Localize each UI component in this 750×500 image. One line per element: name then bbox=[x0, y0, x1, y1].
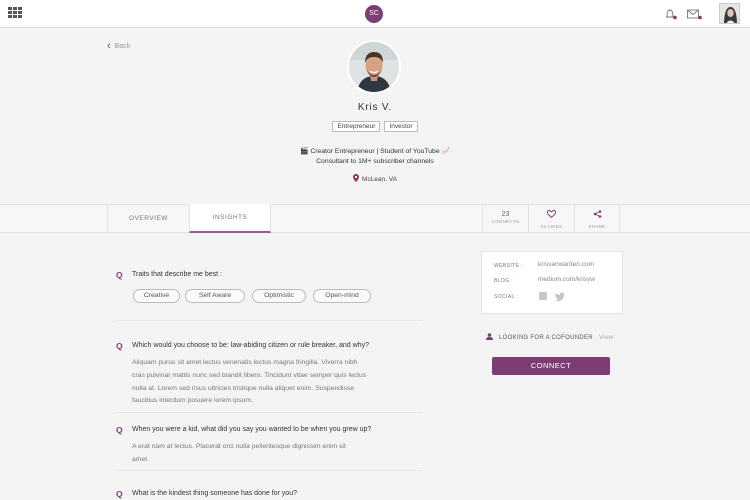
blog-label: BLOG : bbox=[494, 278, 514, 284]
tag-entrepreneur: Entrepreneur bbox=[332, 121, 381, 132]
profile-tab-bar: OVERVIEW INSIGHTS 23 CONNECTS 32 LIKES S… bbox=[0, 204, 750, 233]
trait-chip: Creative bbox=[133, 289, 180, 303]
heart-icon bbox=[546, 210, 557, 219]
bell-icon[interactable] bbox=[663, 8, 677, 20]
tab-overview[interactable]: OVERVIEW bbox=[107, 205, 189, 233]
person-icon bbox=[486, 333, 493, 340]
app-logo[interactable]: SC bbox=[365, 5, 383, 23]
answer-line: A erat nam at lectus. Placerat orci null… bbox=[132, 443, 346, 450]
connects-label: CONNECTS bbox=[491, 219, 520, 224]
profile-bio: 🎬 Creator Entrepreneur | Student of YouT… bbox=[0, 147, 750, 167]
insight-answer: Aliquam purus sit amet lectus venenatis … bbox=[132, 357, 417, 408]
connect-button[interactable]: CONNECT bbox=[492, 357, 610, 375]
tab-insights[interactable]: INSIGHTS bbox=[189, 204, 271, 233]
connects-stat[interactable]: 23 CONNECTS bbox=[482, 205, 528, 233]
website-link[interactable]: krisvanwarden.com bbox=[538, 261, 594, 268]
connects-count: 23 bbox=[501, 211, 510, 218]
answer-line: cras pulvinar mattis nunc sed blandit li… bbox=[132, 371, 367, 379]
menu-grid-icon[interactable] bbox=[8, 7, 22, 20]
social-square-icon[interactable] bbox=[539, 292, 547, 300]
insight-question-text: When you were a kid, what did you say yo… bbox=[132, 426, 372, 433]
user-avatar[interactable] bbox=[719, 3, 740, 24]
share-label: SHARE bbox=[588, 224, 606, 229]
cofounder-label: LOOKING FOR A COFOUNDER bbox=[499, 335, 593, 341]
trait-chip: Optimistic bbox=[252, 289, 306, 303]
profile-name: Kris V. bbox=[357, 102, 393, 113]
likes-stat[interactable]: 32 LIKES bbox=[528, 205, 574, 233]
answer-line: Aliquam purus sit amet lectus venenatis … bbox=[132, 359, 358, 366]
chevron-left-icon: ‹ bbox=[107, 40, 111, 52]
location-pin-icon bbox=[353, 174, 360, 182]
twitter-icon[interactable] bbox=[555, 292, 565, 301]
question-icon: Q bbox=[116, 425, 123, 435]
tag-investor: Investor bbox=[384, 121, 418, 132]
top-bar: SC bbox=[0, 0, 750, 28]
question-icon: Q bbox=[116, 270, 123, 280]
bio-line-2: Consultant to 1M+ subscriber channels bbox=[316, 158, 434, 165]
share-stat[interactable]: SHARE bbox=[574, 205, 620, 233]
blog-link[interactable]: medium.com/krisvw bbox=[538, 276, 595, 283]
website-label: WEBSITE : bbox=[494, 263, 523, 269]
location-text: McLean, VA bbox=[362, 176, 397, 183]
back-link[interactable]: ‹ Back bbox=[107, 40, 130, 52]
question-icon: Q bbox=[116, 341, 123, 351]
profile-location: McLean, VA bbox=[0, 174, 750, 183]
share-icon bbox=[593, 210, 601, 218]
answer-line: nulla at. Lorem sed risus ultricies tris… bbox=[132, 384, 355, 392]
answer-line: faucibus interdum posuere lorem ipsum. bbox=[132, 397, 253, 405]
traits-question-text: Traits that describe me best : bbox=[132, 271, 222, 278]
social-label: SOCIAL : bbox=[494, 294, 519, 300]
divider bbox=[116, 470, 422, 471]
cofounder-view-link[interactable]: View bbox=[599, 334, 613, 341]
question-icon: Q bbox=[116, 489, 123, 499]
answer-line: amet. bbox=[132, 455, 149, 463]
insight-question-text: Which would you choose to be: law-abidin… bbox=[132, 342, 369, 349]
divider bbox=[116, 320, 422, 321]
bio-line-1: 🎬 Creator Entrepreneur | Student of YouT… bbox=[300, 148, 450, 155]
insight-answer: A erat nam at lectus. Placerat orci null… bbox=[132, 441, 417, 467]
likes-label: 32 LIKES bbox=[540, 224, 563, 229]
back-label: Back bbox=[114, 43, 131, 50]
mail-icon[interactable] bbox=[687, 9, 702, 20]
profile-avatar bbox=[347, 40, 401, 94]
trait-chip: Open-mind bbox=[313, 289, 371, 303]
profile-tags: Entrepreneur Investor bbox=[0, 121, 750, 132]
insight-question-text: What is the kindest thing someone has do… bbox=[132, 490, 297, 497]
cofounder-row: LOOKING FOR A COFOUNDER View bbox=[486, 333, 613, 341]
divider bbox=[116, 412, 422, 413]
trait-chip: Self Aware bbox=[185, 289, 245, 303]
